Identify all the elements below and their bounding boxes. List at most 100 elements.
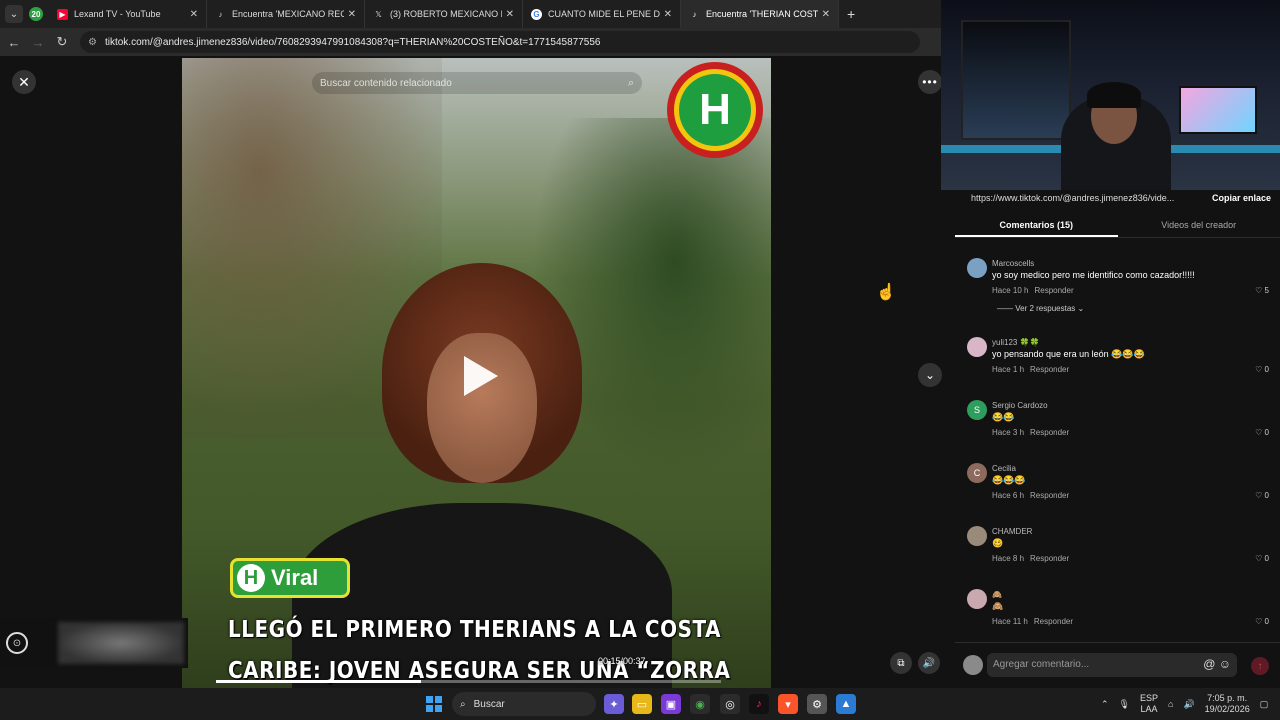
reload-icon[interactable]: ↻ xyxy=(50,34,74,50)
reply-button[interactable]: Responder xyxy=(1030,365,1069,374)
tab-group-badge[interactable]: 20 xyxy=(29,7,43,21)
tiktok-icon[interactable]: ♪ xyxy=(749,694,769,714)
like-button[interactable]: ♡ 0 xyxy=(1255,617,1269,626)
volume-icon[interactable]: 🔊 xyxy=(918,652,940,674)
app-icon[interactable]: ▲ xyxy=(836,694,856,714)
comment-meta: Hace 1 h Responder xyxy=(992,365,1070,374)
heart-icon: ♡ xyxy=(1255,617,1263,626)
comment-item: C Cecilia 😂😂😂 Hace 6 h Responder ♡ 0 xyxy=(967,463,1271,526)
forward-icon[interactable]: → xyxy=(26,35,50,50)
reply-button[interactable]: Responder xyxy=(1030,554,1069,563)
new-tab-button[interactable]: + xyxy=(847,6,855,22)
volume-icon[interactable]: 🔊 xyxy=(1183,699,1194,710)
comment-meta: Hace 8 h Responder xyxy=(992,554,1070,563)
send-comment-button[interactable]: ↑ xyxy=(1251,657,1269,675)
browser-tab[interactable]: ▶ Lexand TV - YouTube ✕ xyxy=(49,0,207,28)
x-icon: 𝕏 xyxy=(375,9,382,19)
tab-search-menu-button[interactable]: ⌄ xyxy=(5,5,23,23)
mention-icon[interactable]: @ xyxy=(1203,657,1215,671)
next-video-button[interactable]: ⌄ xyxy=(918,363,942,387)
close-tab-icon[interactable]: ✕ xyxy=(822,9,830,20)
avatar[interactable]: C xyxy=(967,463,987,483)
play-icon[interactable] xyxy=(464,356,498,396)
mouse-cursor-icon: ☝ xyxy=(876,284,896,301)
heart-icon: ♡ xyxy=(1255,554,1263,563)
screen-capture-icon[interactable]: ⊙ xyxy=(6,632,28,654)
app-icon[interactable]: ▣ xyxy=(661,694,681,714)
comments-tabs: Comentarios (15) Videos del creador xyxy=(955,216,1280,238)
comment-meta: Hace 3 h Responder xyxy=(992,428,1070,437)
close-tab-icon[interactable]: ✕ xyxy=(506,9,514,20)
search-icon: ⌕ xyxy=(460,698,466,710)
comment-item: yuli123 🍀🍀 yo pensando que era un león 😂… xyxy=(967,337,1271,400)
related-search-input[interactable]: Buscar contenido relacionado ⌕ xyxy=(312,72,642,94)
browser-tab-active[interactable]: ♪ Encuentra 'THERIAN COSTEÑO' ✕ xyxy=(681,0,839,28)
comment-meta: Hace 11 h Responder xyxy=(992,617,1074,626)
comment-text: 🙈 xyxy=(992,601,1004,611)
tab-creator-videos[interactable]: Videos del creador xyxy=(1118,216,1280,237)
copy-link-button[interactable]: Copiar enlace xyxy=(1212,193,1271,203)
comment-username[interactable]: Sergio Cardozo xyxy=(992,401,1048,410)
avatar[interactable] xyxy=(967,337,987,357)
search-icon[interactable]: ⌕ xyxy=(628,77,634,90)
like-button[interactable]: ♡ 0 xyxy=(1255,428,1269,437)
emoji-icon[interactable]: ☺ xyxy=(1219,657,1231,671)
reply-button[interactable]: Responder xyxy=(1034,286,1073,295)
pip-icon[interactable]: ⧉ xyxy=(890,652,912,674)
browser-tab[interactable]: ♪ Encuentra 'MEXICANO RECORD ✕ xyxy=(207,0,365,28)
url-field[interactable]: ⚙ tiktok.com/@andres.jimenez836/video/76… xyxy=(80,31,920,53)
browser-tab[interactable]: 𝕏 (3) ROBERTO MEXICANO PENE ✕ xyxy=(365,0,523,28)
like-button[interactable]: ♡ 0 xyxy=(1255,491,1269,500)
language-indicator[interactable]: ESP LAA xyxy=(1140,693,1158,715)
reply-button[interactable]: Responder xyxy=(1030,428,1069,437)
avatar[interactable] xyxy=(967,526,987,546)
close-tab-icon[interactable]: ✕ xyxy=(664,9,672,20)
comment-item: Marcoscells yo soy medico pero me identi… xyxy=(967,258,1271,337)
site-info-icon[interactable]: ⚙ xyxy=(88,37,97,48)
webcam-overlay xyxy=(941,0,1280,190)
video-person xyxy=(292,263,672,688)
like-button[interactable]: ♡ 0 xyxy=(1255,554,1269,563)
back-icon[interactable]: ← xyxy=(2,35,26,50)
network-icon[interactable]: ⌂ xyxy=(1168,699,1173,710)
comment-text: 😂😂😂 xyxy=(992,475,1026,485)
view-replies-button[interactable]: —— Ver 2 respuestas ⌄ xyxy=(997,304,1084,313)
obs-icon[interactable]: ◎ xyxy=(720,694,740,714)
address-bar: ← → ↻ ⚙ tiktok.com/@andres.jimenez836/vi… xyxy=(0,28,941,56)
notifications-icon[interactable]: ▢ xyxy=(1260,699,1269,710)
close-tab-icon[interactable]: ✕ xyxy=(190,9,198,20)
chrome-icon[interactable]: ◉ xyxy=(690,694,710,714)
browser-tab[interactable]: G CUANTO MIDE EL PENE DE UN ✕ xyxy=(523,0,681,28)
like-button[interactable]: ♡ 0 xyxy=(1255,365,1269,374)
video-progress-fill xyxy=(216,680,421,683)
reply-button[interactable]: Responder xyxy=(1030,491,1069,500)
video-progress-bar[interactable] xyxy=(216,680,721,683)
comment-username[interactable]: Marcoscells xyxy=(992,259,1034,268)
copilot-icon[interactable]: ✦ xyxy=(604,694,624,714)
video-player[interactable]: Buscar contenido relacionado ⌕ H H Viral… xyxy=(182,58,771,688)
comment-username[interactable]: Cecilia xyxy=(992,464,1016,473)
comment-input[interactable]: Agregar comentario... @ ☺ xyxy=(987,653,1237,677)
microphone-icon[interactable]: 🎙 xyxy=(1119,699,1130,710)
comment-username[interactable]: 🙈 xyxy=(992,590,1002,599)
like-button[interactable]: ♡ 5 xyxy=(1255,286,1269,295)
windows-start-icon[interactable] xyxy=(426,696,442,712)
floating-mini-player[interactable]: ⊙ xyxy=(0,618,188,668)
heart-icon: ♡ xyxy=(1255,491,1263,500)
taskbar-search[interactable]: ⌕ Buscar xyxy=(452,692,596,716)
avatar[interactable] xyxy=(967,589,987,609)
close-tab-icon[interactable]: ✕ xyxy=(348,9,356,20)
brave-icon[interactable]: ▾ xyxy=(778,694,798,714)
chevron-up-icon[interactable]: ⌃ xyxy=(1101,699,1109,710)
file-explorer-icon[interactable]: ▭ xyxy=(632,694,652,714)
more-options-button[interactable]: ••• xyxy=(918,70,942,94)
clock[interactable]: 7:05 p. m. 19/02/2026 xyxy=(1205,693,1250,715)
tab-comments[interactable]: Comentarios (15) xyxy=(955,216,1118,237)
close-video-button[interactable]: ✕ xyxy=(12,70,36,94)
avatar[interactable] xyxy=(967,258,987,278)
comment-username[interactable]: yuli123 🍀🍀 xyxy=(992,338,1040,347)
avatar[interactable]: S xyxy=(967,400,987,420)
settings-icon[interactable]: ⚙ xyxy=(807,694,827,714)
comment-username[interactable]: CHAMDER xyxy=(992,527,1032,536)
reply-button[interactable]: Responder xyxy=(1034,617,1073,626)
